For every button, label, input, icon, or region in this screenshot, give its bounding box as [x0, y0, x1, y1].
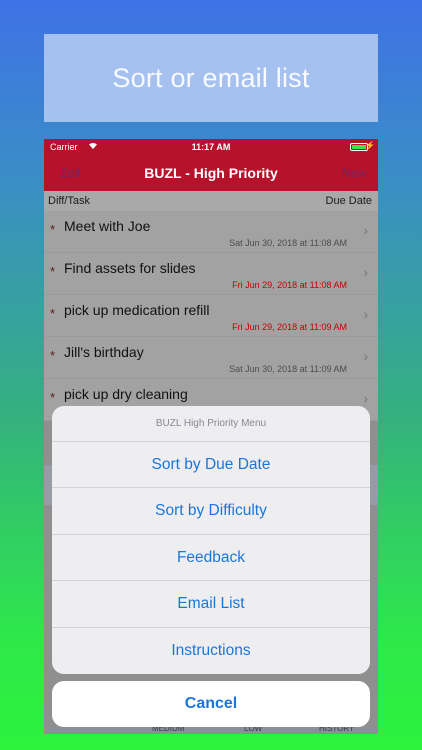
task-title: Jill's birthday	[64, 344, 144, 360]
action-sheet-title: BUZL High Priority Menu	[52, 406, 370, 442]
task-due-date: Fri Jun 29, 2018 at 11:08 AM	[232, 280, 347, 290]
table-row[interactable]: * Jill's birthday Sat Jun 30, 2018 at 11…	[44, 337, 378, 379]
task-due-date: Fri Jun 29, 2018 at 11:09 AM	[232, 322, 347, 332]
promo-banner: Sort or email list	[44, 34, 378, 122]
difficulty-star-icon: *	[50, 348, 56, 363]
task-title: Meet with Joe	[64, 218, 151, 234]
status-time: 11:17 AM	[191, 142, 231, 152]
table-row[interactable]: * Find assets for slides Fri Jun 29, 201…	[44, 253, 378, 295]
chevron-right-icon: ›	[363, 390, 368, 406]
chevron-right-icon: ›	[363, 306, 368, 322]
email-list-button[interactable]: Email List	[52, 581, 370, 628]
table-row[interactable]: * pick up medication refill Fri Jun 29, …	[44, 295, 378, 337]
sort-by-due-date-button[interactable]: Sort by Due Date	[52, 442, 370, 489]
cancel-button[interactable]: Cancel	[52, 681, 370, 727]
task-title: pick up dry cleaning	[64, 386, 188, 402]
column-diff-task[interactable]: Diff/Task	[48, 195, 90, 207]
sort-by-difficulty-button[interactable]: Sort by Difficulty	[52, 488, 370, 535]
action-sheet: BUZL High Priority Menu Sort by Due Date…	[52, 406, 370, 674]
nav-bar: Edit BUZL - High Priority New	[44, 155, 378, 191]
difficulty-star-icon: *	[50, 264, 56, 279]
task-due-date: Sat Jun 30, 2018 at 11:09 AM	[229, 364, 347, 374]
charging-icon: ⚡	[365, 141, 375, 150]
task-due-date: Sat Jun 30, 2018 at 11:08 AM	[229, 238, 347, 248]
table-row[interactable]: * Meet with Joe Sat Jun 30, 2018 at 11:0…	[44, 211, 378, 253]
task-title: pick up medication refill	[64, 302, 210, 318]
chevron-right-icon: ›	[363, 222, 368, 238]
difficulty-star-icon: *	[50, 390, 56, 405]
chevron-right-icon: ›	[363, 264, 368, 280]
instructions-button[interactable]: Instructions	[52, 628, 370, 674]
feedback-button[interactable]: Feedback	[52, 535, 370, 582]
status-bar: Carrier 11:17 AM ⚡	[44, 139, 378, 155]
difficulty-star-icon: *	[50, 306, 56, 321]
chevron-right-icon: ›	[363, 348, 368, 364]
promo-banner-text: Sort or email list	[112, 62, 310, 93]
column-header: Diff/Task Due Date	[44, 191, 378, 211]
page-title: BUZL - High Priority	[144, 165, 278, 181]
column-due-date[interactable]: Due Date	[326, 195, 372, 207]
new-button[interactable]: New	[342, 166, 366, 180]
task-list: * Meet with Joe Sat Jun 30, 2018 at 11:0…	[44, 211, 378, 421]
task-title: Find assets for slides	[64, 260, 196, 276]
difficulty-star-icon: *	[50, 222, 56, 237]
